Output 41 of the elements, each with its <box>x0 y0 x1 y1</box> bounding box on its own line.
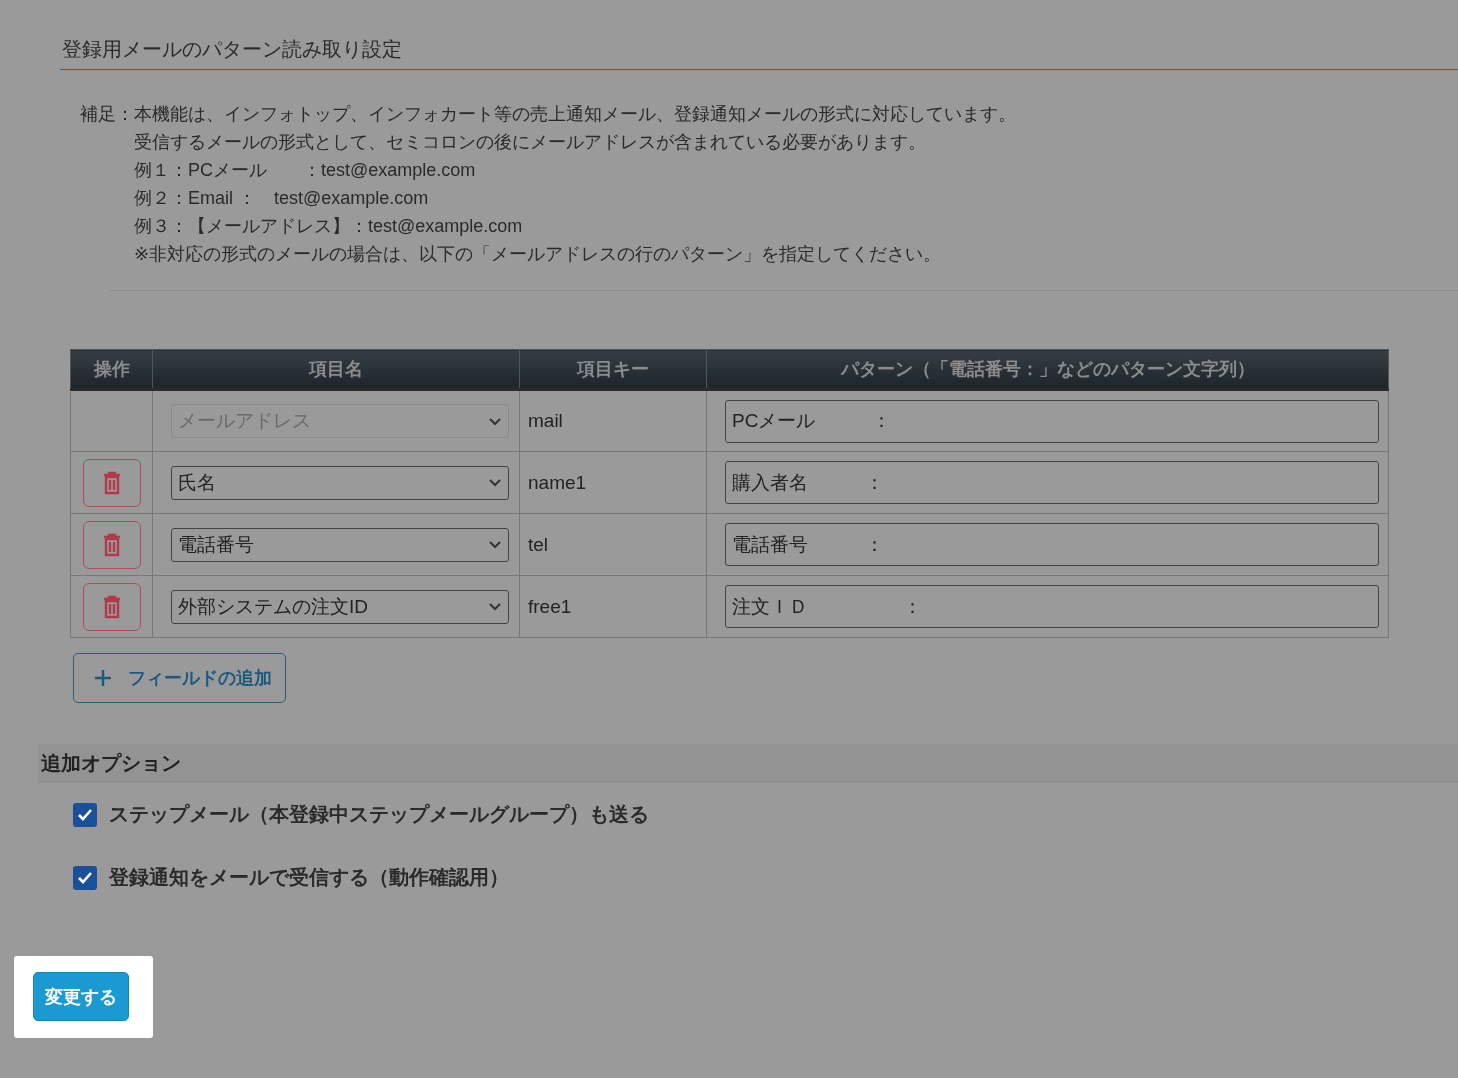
column-header: 項目名 <box>152 349 520 390</box>
pattern-input[interactable]: 注文ＩＤ ： <box>725 585 1379 628</box>
note-text: 例３：【メールアドレス】：test@example.com <box>134 215 524 238</box>
submit-button[interactable]: 変更する <box>33 972 129 1021</box>
table-cell: mail <box>519 389 707 452</box>
column-header: 操作 <box>70 349 153 390</box>
table-cell: name1 <box>519 451 707 514</box>
trash-icon <box>101 594 122 619</box>
pattern-input[interactable]: 電話番号 ： <box>725 523 1379 566</box>
chevron-down-icon <box>488 416 502 426</box>
note-text: ※非対応の形式のメールの場合は、以下の「メールアドレスの行のパターン」を指定してください。 <box>134 243 943 266</box>
section-title: 登録用メールのパターン読み取り設定 <box>60 36 1458 70</box>
delete-button[interactable] <box>82 458 141 507</box>
chevron-down-icon <box>488 478 502 487</box>
table-cell: tel <box>519 513 707 576</box>
column-header: パターン（「電話番号：」などのパターン文字列） <box>706 349 1389 390</box>
chevron-down-icon <box>488 602 502 611</box>
note-text: 例１：PCメール ：test@example.com <box>134 159 477 182</box>
options-heading: 追加オプション <box>38 744 1458 783</box>
checkmark-icon <box>77 807 93 822</box>
note-text: 例２：Email ： test@example.com <box>134 187 430 210</box>
plus-icon <box>94 669 112 687</box>
select-field[interactable]: 氏名 <box>171 465 509 500</box>
checkbox-label: 登録通知をメールで受信する（動作確認用） <box>109 865 509 890</box>
column-header: 項目キー <box>519 349 707 390</box>
delete-button[interactable] <box>82 520 141 569</box>
note-text: 受信するメールの形式として、セミコロンの後にメールアドレスが含まれている必要があります。 <box>134 131 927 154</box>
select-field[interactable]: 電話番号 <box>171 527 509 562</box>
note-text: 本機能は、インフォトップ、インフォカート等の売上通知メール、登録通知メールの形式に対応しています。 <box>134 103 1016 126</box>
checkbox-label: ステップメール（本登録中ステップメールグループ）も送る <box>109 802 649 827</box>
delete-button[interactable] <box>82 582 141 631</box>
note-label: 補足： <box>80 103 134 126</box>
trash-icon <box>101 532 122 557</box>
pattern-input[interactable]: 購入者名 ： <box>725 461 1379 504</box>
trash-icon <box>101 470 122 495</box>
table-cell: free1 <box>519 575 707 638</box>
checkmark-icon <box>77 870 93 885</box>
checkbox[interactable] <box>73 865 97 890</box>
chevron-down-icon <box>488 540 502 549</box>
checkbox[interactable] <box>73 802 97 827</box>
select-field[interactable]: 外部システムの注文ID <box>171 589 509 624</box>
